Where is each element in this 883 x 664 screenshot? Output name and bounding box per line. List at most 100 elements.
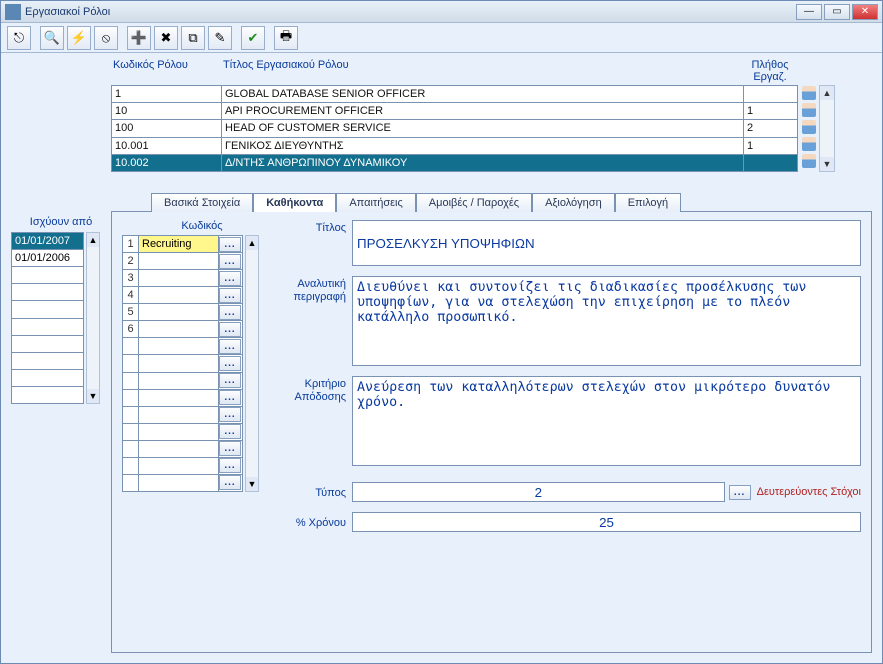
- list-item[interactable]: [12, 369, 84, 386]
- row-lookup-button[interactable]: ...: [219, 407, 241, 422]
- row-lookup-button[interactable]: ...: [219, 373, 241, 388]
- search-icon[interactable]: 🔍: [40, 26, 64, 50]
- list-item[interactable]: ...: [123, 457, 243, 474]
- title-input[interactable]: [352, 220, 861, 266]
- time-pct-input[interactable]: [352, 512, 861, 532]
- roles-row-icons: [801, 85, 817, 172]
- table-row[interactable]: 10.001ΓΕΝΙΚΟΣ ΔΙΕΥΘΥΝΤΗΣ1: [112, 137, 798, 154]
- description-textarea[interactable]: [352, 276, 861, 366]
- effective-dates-table[interactable]: 01/01/200701/01/2006: [11, 232, 84, 404]
- roles-header-title: Τίτλος Εργασιακού Ρόλου: [221, 59, 743, 83]
- tab[interactable]: Καθήκοντα: [253, 193, 336, 212]
- person-icon[interactable]: [801, 119, 817, 136]
- list-item[interactable]: 5...: [123, 304, 243, 321]
- tasks-scrollbar[interactable]: ▲ ▼: [245, 235, 259, 492]
- list-item[interactable]: ...: [123, 372, 243, 389]
- list-item[interactable]: 6...: [123, 321, 243, 338]
- list-item[interactable]: ...: [123, 406, 243, 423]
- list-item[interactable]: [12, 352, 84, 369]
- cancel-icon[interactable]: ⦸: [94, 26, 118, 50]
- row-lookup-button[interactable]: ...: [219, 288, 241, 303]
- list-item[interactable]: [12, 301, 84, 318]
- table-row[interactable]: 100HEAD OF CUSTOMER SERVICE2: [112, 120, 798, 137]
- scroll-up-icon[interactable]: ▲: [87, 233, 99, 247]
- maximize-button[interactable]: ▭: [824, 4, 850, 20]
- person-icon[interactable]: [801, 153, 817, 170]
- list-item[interactable]: [12, 318, 84, 335]
- scroll-up-icon[interactable]: ▲: [246, 236, 258, 250]
- tab[interactable]: Αξιολόγηση: [532, 193, 615, 212]
- table-row[interactable]: 1GLOBAL DATABASE SENIOR OFFICER: [112, 86, 798, 103]
- list-item[interactable]: 01/01/2007: [12, 233, 84, 250]
- label-time-pct: % Χρόνου: [292, 515, 352, 529]
- type-lookup-button[interactable]: ...: [729, 485, 751, 500]
- body: Κωδικός Ρόλου Τίτλος Εργασιακού Ρόλου Πλ…: [1, 53, 882, 663]
- tasks-column: Κωδικός 1Recruiting...2...3...4...5...6.…: [122, 220, 282, 644]
- add-icon[interactable]: ➕: [127, 26, 151, 50]
- flash-icon[interactable]: ⚡: [67, 26, 91, 50]
- scroll-up-icon[interactable]: ▲: [820, 86, 834, 100]
- list-item[interactable]: [12, 386, 84, 403]
- row-lookup-button[interactable]: ...: [219, 390, 241, 405]
- list-item[interactable]: ...: [123, 440, 243, 457]
- list-item[interactable]: 3...: [123, 270, 243, 287]
- confirm-icon[interactable]: ✔: [241, 26, 265, 50]
- scroll-down-icon[interactable]: ▼: [87, 389, 99, 403]
- list-item[interactable]: ...: [123, 355, 243, 372]
- list-item[interactable]: 01/01/2006: [12, 250, 84, 267]
- close-button[interactable]: ✕: [852, 4, 878, 20]
- print-icon[interactable]: 🖶: [274, 26, 298, 50]
- label-type: Τύπος: [292, 485, 352, 499]
- dates-scrollbar[interactable]: ▲ ▼: [86, 232, 100, 404]
- list-item[interactable]: 1Recruiting...: [123, 236, 243, 253]
- row-lookup-button[interactable]: ...: [219, 424, 241, 439]
- row-lookup-button[interactable]: ...: [219, 339, 241, 354]
- tree-icon[interactable]: ⧉: [181, 26, 205, 50]
- criterion-textarea[interactable]: [352, 376, 861, 466]
- person-icon[interactable]: [801, 102, 817, 119]
- list-item[interactable]: ...: [123, 338, 243, 355]
- effective-dates-panel: Ισχύουν από 01/01/200701/01/2006 ▲ ▼: [11, 192, 111, 653]
- list-item[interactable]: ...: [123, 423, 243, 440]
- scroll-down-icon[interactable]: ▼: [246, 477, 258, 491]
- person-icon[interactable]: [801, 85, 817, 102]
- roles-scrollbar[interactable]: ▲ ▼: [819, 85, 835, 172]
- roles-table[interactable]: 1GLOBAL DATABASE SENIOR OFFICER10API PRO…: [111, 85, 798, 172]
- row-lookup-button[interactable]: ...: [219, 356, 241, 371]
- table-row[interactable]: 10.002Δ/ΝΤΗΣ ΑΝΘΡΩΠΙΝΟΥ ΔΥΝΑΜΙΚΟΥ: [112, 154, 798, 171]
- tab[interactable]: Απαιτήσεις: [336, 193, 415, 212]
- row-lookup-button[interactable]: ...: [219, 475, 241, 490]
- list-item[interactable]: [12, 267, 84, 284]
- tab[interactable]: Βασικά Στοιχεία: [151, 193, 253, 212]
- tab[interactable]: Αμοιβές / Παροχές: [416, 193, 532, 212]
- lower-section: Ισχύουν από 01/01/200701/01/2006 ▲ ▼ Βασ…: [11, 192, 872, 653]
- exit-icon[interactable]: ⎋: [7, 26, 31, 50]
- list-item[interactable]: ...: [123, 474, 243, 491]
- label-title: Τίτλος: [292, 220, 352, 266]
- list-item[interactable]: ...: [123, 389, 243, 406]
- scroll-down-icon[interactable]: ▼: [820, 157, 834, 171]
- minimize-button[interactable]: —: [796, 4, 822, 20]
- row-lookup-button[interactable]: ...: [219, 254, 241, 269]
- table-row[interactable]: 10API PROCUREMENT OFFICER1: [112, 103, 798, 120]
- list-item[interactable]: [12, 335, 84, 352]
- row-lookup-button[interactable]: ...: [219, 237, 241, 252]
- row-lookup-button[interactable]: ...: [219, 271, 241, 286]
- tab[interactable]: Επιλογή: [615, 193, 681, 212]
- type-input[interactable]: [352, 482, 725, 502]
- row-lookup-button[interactable]: ...: [219, 458, 241, 473]
- roles-headers: Κωδικός Ρόλου Τίτλος Εργασιακού Ρόλου Πλ…: [111, 59, 872, 85]
- list-item[interactable]: 4...: [123, 287, 243, 304]
- delete-icon[interactable]: ✖: [154, 26, 178, 50]
- tasks-header: Κωδικός: [122, 220, 282, 232]
- label-criterion: Κριτήριο Απόδοσης: [292, 376, 352, 466]
- list-item[interactable]: [12, 284, 84, 301]
- tasks-table[interactable]: 1Recruiting...2...3...4...5...6.........…: [122, 235, 243, 492]
- edit-icon[interactable]: ✎: [208, 26, 232, 50]
- row-lookup-button[interactable]: ...: [219, 305, 241, 320]
- roles-section: Κωδικός Ρόλου Τίτλος Εργασιακού Ρόλου Πλ…: [111, 59, 872, 172]
- row-lookup-button[interactable]: ...: [219, 322, 241, 337]
- row-lookup-button[interactable]: ...: [219, 441, 241, 456]
- list-item[interactable]: 2...: [123, 253, 243, 270]
- person-icon[interactable]: [801, 136, 817, 153]
